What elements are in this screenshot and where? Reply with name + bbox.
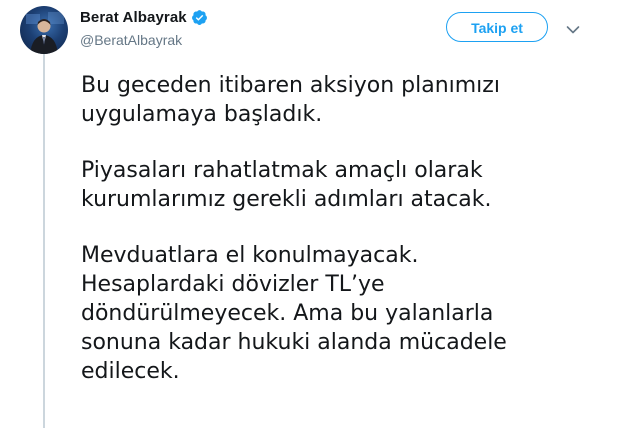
tweet-text: Bu geceden itibaren aksiyon planımızı uy… [81, 71, 611, 413]
display-name[interactable]: Berat Albayrak [80, 9, 187, 26]
tweet-line: sonuna kadar hukuki alanda mücadele [81, 330, 507, 355]
tweet-line: döndürülmeyecek. Ama bu yalanlarla [81, 301, 494, 326]
user-handle[interactable]: @BeratAlbayrak [80, 32, 208, 48]
tweet-line: Hesaplardaki dövizler TL’ye [81, 272, 385, 297]
chevron-down-icon[interactable] [566, 22, 580, 34]
tweet-paragraph: Bu geceden itibaren aksiyon planımızı uy… [81, 71, 611, 129]
thread-line [43, 52, 45, 428]
tweet-line: kurumlarımız gerekli adımları atacak. [81, 187, 492, 212]
tweet-line: Mevduatlara el konulmayacak. [81, 243, 419, 268]
avatar[interactable] [20, 6, 68, 54]
tweet-paragraph: Piyasaları rahatlatmak amaçlı olarak kur… [81, 156, 611, 214]
tweet-line: edilecek. [81, 359, 180, 384]
tweet-line: Piyasaları rahatlatmak amaçlı olarak [81, 158, 483, 183]
follow-button[interactable]: Takip et [446, 12, 548, 42]
tweet-line: uygulamaya başladık. [81, 102, 323, 127]
avatar-image [26, 12, 64, 54]
tweet-paragraph: Mevduatlara el konulmayacak. Hesaplardak… [81, 241, 611, 386]
verified-badge-icon [191, 9, 208, 26]
tweet-line: Bu geceden itibaren aksiyon planımızı [81, 73, 500, 98]
name-row: Berat Albayrak [80, 7, 208, 27]
tweet-header: Berat Albayrak @BeratAlbayrak [80, 7, 208, 48]
